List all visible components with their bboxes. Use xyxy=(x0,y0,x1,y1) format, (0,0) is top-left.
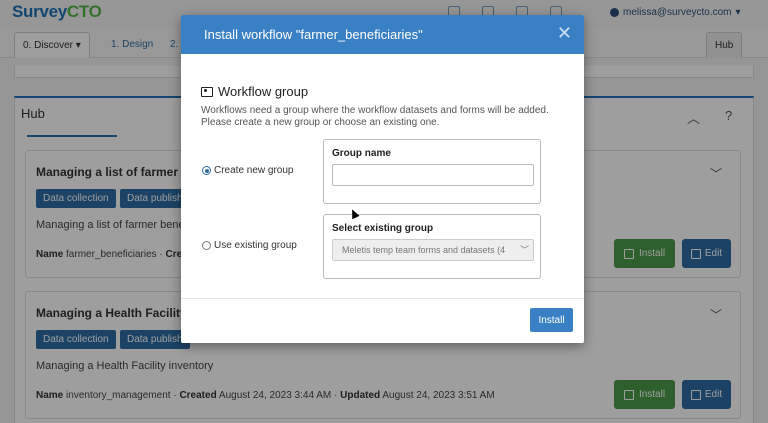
modal-footer-divider xyxy=(181,298,584,299)
use-existing-group-option[interactable]: Use existing group xyxy=(202,240,297,251)
modal-title: Install workflow "farmer_beneficiaries" xyxy=(204,27,423,42)
use-existing-group-radio[interactable] xyxy=(202,241,211,250)
chevron-down-icon: ﹀ xyxy=(519,245,529,255)
install-workflow-modal: Install workflow "farmer_beneficiaries" … xyxy=(181,15,584,343)
existing-group-selected: Meletis temp team forms and datasets (4 xyxy=(342,245,506,255)
existing-group-label: Select existing group xyxy=(332,223,434,234)
section-description: Workflows need a group where the workflo… xyxy=(201,105,549,128)
create-new-group-option[interactable]: Create new group xyxy=(202,165,294,176)
group-name-box: Group name xyxy=(323,139,541,204)
install-button[interactable]: Install xyxy=(530,308,573,332)
users-icon xyxy=(201,86,213,97)
modal-header: Install workflow "farmer_beneficiaries" … xyxy=(181,15,584,54)
group-name-label: Group name xyxy=(332,148,391,159)
group-name-input[interactable] xyxy=(332,164,534,186)
existing-group-box: Select existing group Meletis temp team … xyxy=(323,214,541,279)
create-new-group-label: Create new group xyxy=(214,165,294,176)
create-new-group-radio[interactable] xyxy=(202,166,211,175)
existing-group-select[interactable]: Meletis temp team forms and datasets (4 … xyxy=(332,239,534,261)
section-title: Workflow group xyxy=(201,84,308,99)
close-icon[interactable]: ✕ xyxy=(557,23,572,44)
section-title-text: Workflow group xyxy=(218,84,309,99)
use-existing-group-label: Use existing group xyxy=(214,240,297,251)
